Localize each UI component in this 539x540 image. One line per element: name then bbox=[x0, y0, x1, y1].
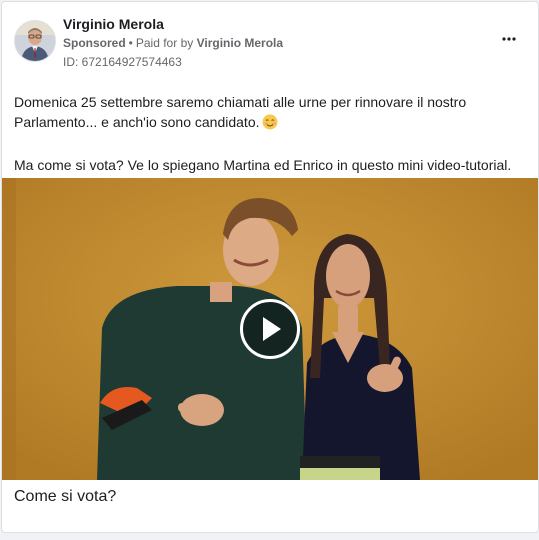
play-icon[interactable] bbox=[240, 299, 300, 359]
payer-name: Virginio Merola bbox=[196, 36, 284, 50]
sponsored-line: Sponsored • Paid for by Virginio Merola bbox=[63, 36, 283, 50]
page-name[interactable]: Virginio Merola bbox=[63, 16, 164, 32]
smiling-blushing-face-emoji bbox=[262, 114, 278, 135]
ad-id: ID: 672164927574463 bbox=[63, 55, 182, 69]
more-horizontal-icon[interactable] bbox=[500, 30, 518, 48]
video-player[interactable] bbox=[2, 178, 538, 480]
paid-for-label: Paid for by bbox=[135, 36, 194, 50]
body-text-line-1: Domenica 25 settembre saremo chiamati al… bbox=[14, 94, 467, 130]
body-paragraph-1: Domenica 25 settembre saremo chiamati al… bbox=[14, 92, 519, 135]
ad-header: Virginio Merola Sponsored • Paid for by Vi… bbox=[2, 2, 538, 78]
video-caption[interactable]: Come si vota? bbox=[14, 488, 116, 506]
body-paragraph-2: Ma come si vota? Ve lo spiegano Martina … bbox=[14, 157, 512, 173]
ad-card: Virginio Merola Sponsored • Paid for by Vi… bbox=[1, 1, 539, 533]
avatar[interactable] bbox=[14, 20, 56, 62]
separator-dot: • bbox=[128, 36, 133, 50]
ad-body-text: Domenica 25 settembre saremo chiamati al… bbox=[14, 92, 519, 175]
sponsored-label: Sponsored bbox=[63, 36, 126, 50]
